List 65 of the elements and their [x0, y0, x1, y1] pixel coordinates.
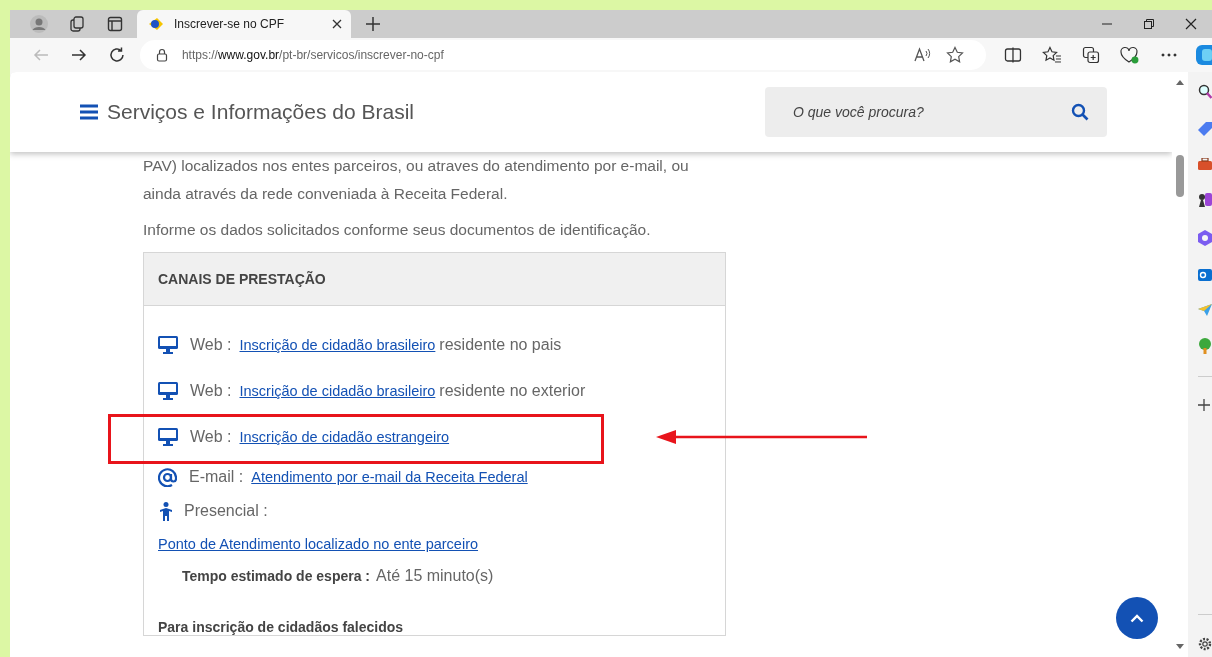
- tab-actions-icon[interactable]: [107, 16, 123, 32]
- search-field[interactable]: O que você procura?: [765, 87, 1107, 137]
- tab-title: Inscrever-se no CPF: [174, 17, 286, 31]
- channel-link[interactable]: Inscrição de cidadão estrangeiro: [239, 429, 450, 445]
- at-sign-icon: [158, 467, 177, 487]
- forward-icon[interactable]: [69, 46, 88, 64]
- paragraph-text: Informe os dados solicitados conforme seus documentos de identificação.: [143, 220, 652, 240]
- scrollbar[interactable]: [1172, 72, 1188, 657]
- channel-label: Web :: [190, 382, 232, 400]
- back-to-top-button[interactable]: [1116, 597, 1158, 639]
- channel-label: E-mail :: [189, 468, 244, 486]
- health-icon[interactable]: [1120, 46, 1141, 64]
- browser-tab[interactable]: Inscrever-se no CPF: [137, 10, 351, 38]
- channel-label: Web :: [190, 428, 232, 446]
- settings-icon[interactable]: [1198, 637, 1212, 651]
- star-icon[interactable]: [946, 46, 965, 64]
- scroll-down-icon[interactable]: [1176, 644, 1184, 649]
- channel-link[interactable]: Inscrição de cidadão brasileiro: [239, 337, 436, 353]
- monitor-icon: [158, 382, 178, 400]
- address-bar[interactable]: https://www.gov.br/pt-br/servicos/inscrever-no-cpf: [139, 40, 987, 70]
- mail-app-icon[interactable]: [1198, 268, 1212, 282]
- channel-label: Presencial :: [184, 502, 268, 520]
- section-heading: Para inscrição de cidadãos falecidos: [158, 619, 405, 635]
- favorites-icon[interactable]: [1042, 46, 1063, 64]
- scroll-up-icon[interactable]: [1176, 80, 1184, 85]
- site-icon: [148, 17, 164, 31]
- search-icon[interactable]: [1198, 84, 1212, 100]
- channel-label: Web :: [190, 336, 232, 354]
- tree-icon[interactable]: [1198, 338, 1212, 354]
- scroll-thumb[interactable]: [1176, 155, 1184, 197]
- search-icon[interactable]: [1071, 103, 1089, 121]
- monitor-icon: [158, 336, 178, 354]
- close-icon[interactable]: [331, 18, 343, 30]
- chess-icon[interactable]: [1198, 192, 1212, 208]
- restore-icon[interactable]: [1143, 18, 1155, 30]
- read-aloud-icon[interactable]: [914, 47, 933, 63]
- in-person-link[interactable]: Ponto de Atendimento localizado no ente parceiro: [158, 536, 479, 552]
- refresh-icon[interactable]: [107, 46, 126, 64]
- tag-icon[interactable]: [1198, 122, 1212, 136]
- channel-link[interactable]: Atendimento por e-mail da Receita Federal: [251, 469, 528, 485]
- more-icon[interactable]: [1160, 52, 1179, 58]
- url-text: https://www.gov.br/pt-br/servicos/inscrever-no-cpf: [181, 48, 444, 62]
- chevron-up-icon: [1130, 613, 1144, 623]
- monitor-icon: [158, 428, 178, 446]
- channel-note: residente no exterior: [439, 382, 586, 400]
- wait-label: Tempo estimado de espera :: [182, 568, 370, 584]
- paper-plane-icon[interactable]: [1198, 304, 1212, 316]
- collections-icon[interactable]: [69, 15, 87, 33]
- close-window-icon[interactable]: [1185, 18, 1197, 30]
- hexagon-icon[interactable]: [1198, 230, 1212, 246]
- site-title[interactable]: Serviços e Informações do Brasil: [107, 100, 414, 124]
- lock-icon: [155, 48, 168, 62]
- toolbox-icon[interactable]: [1198, 158, 1212, 170]
- person-icon: [160, 501, 172, 521]
- profile-icon[interactable]: [29, 14, 49, 34]
- card-title: CANAIS DE PRESTAÇÃO: [158, 271, 326, 287]
- collections-icon[interactable]: [1082, 46, 1101, 64]
- wait-value: Até 15 minuto(s): [376, 567, 494, 585]
- new-tab-icon[interactable]: [365, 16, 381, 32]
- channel-link[interactable]: Inscrição de cidadão brasileiro: [239, 383, 436, 399]
- paragraph-text: PAV) localizados nos entes parceiros, ou atraves do atendimento por e-mail, ou ainda através da rede conveniada à Receita Federal.: [143, 156, 690, 204]
- split-screen-icon[interactable]: [1004, 46, 1023, 64]
- add-icon[interactable]: [1198, 399, 1210, 411]
- channel-note: residente no pais: [439, 336, 562, 354]
- menu-icon[interactable]: [80, 104, 98, 120]
